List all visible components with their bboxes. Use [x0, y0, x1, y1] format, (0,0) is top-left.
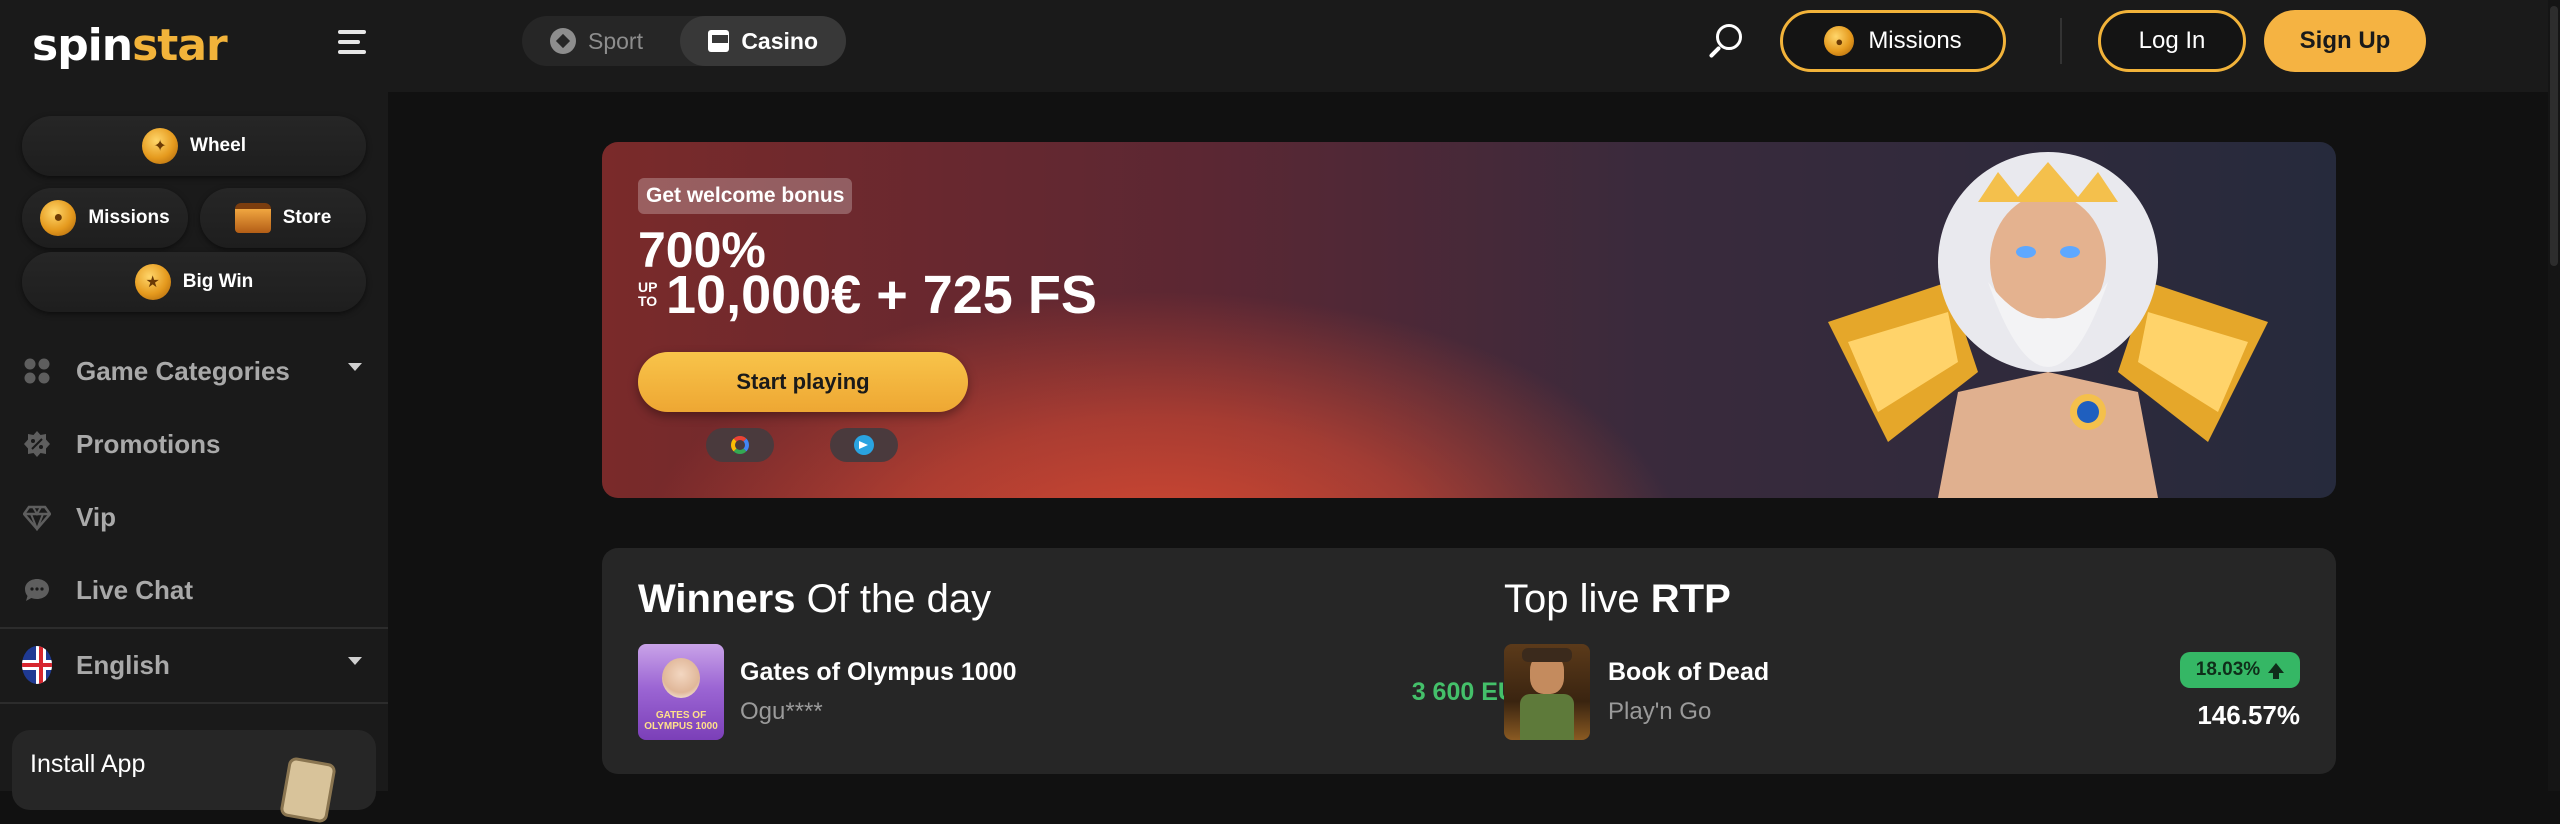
tab-sport[interactable]: Sport	[522, 16, 671, 66]
login-label: Log In	[2138, 27, 2206, 54]
thumbnail-text: GATES OF OLYMPUS 1000	[644, 710, 718, 732]
rtp-change-value: 18.03%	[2195, 659, 2261, 680]
telegram-login-button[interactable]	[830, 428, 898, 462]
game-thumbnail-book-of-dead[interactable]	[1504, 644, 1590, 740]
welcome-bonus-banner[interactable]: Get welcome bonus 700% UP TO 10,000€ + 7…	[602, 142, 2336, 498]
sidebar-item-vip[interactable]: Vip	[22, 492, 362, 542]
tab-sport-label: Sport	[588, 27, 643, 54]
language-label: English	[76, 649, 170, 680]
coin-icon: ●	[1824, 26, 1855, 56]
big-win-label: Big Win	[182, 271, 254, 292]
top-rtp-title-light: Top live	[1504, 577, 1640, 621]
sidebar-item-label: Promotions	[76, 428, 221, 459]
logo[interactable]: spinstar	[32, 20, 228, 71]
sidebar-item-label: Game Categories	[76, 355, 290, 386]
chest-icon	[234, 203, 271, 233]
sidebar-item-label: Live Chat	[76, 574, 194, 605]
signup-label: Sign Up	[2299, 27, 2391, 54]
store-label: Store	[282, 207, 332, 228]
missions-quick-label: Missions	[88, 207, 170, 228]
chat-icon	[22, 575, 52, 605]
rtp-game-name[interactable]: Book of Dead	[1608, 658, 1769, 687]
bonus-amount: 10,000€ + 725 FS	[666, 265, 1097, 325]
search-icon[interactable]	[1704, 22, 1744, 62]
game-thumbnail-gates-of-olympus[interactable]: GATES OF OLYMPUS 1000	[638, 644, 724, 740]
login-button[interactable]: Log In	[2098, 10, 2246, 72]
sidebar-item-live-chat[interactable]: Live Chat	[22, 565, 362, 615]
categories-icon	[22, 356, 52, 386]
missions-label: Missions	[1868, 27, 1962, 54]
big-win-icon: ★	[134, 264, 171, 300]
rtp-value: 146.57%	[2197, 700, 2300, 730]
sidebar-item-game-categories[interactable]: Game Categories	[22, 346, 362, 396]
winner-game-name[interactable]: Gates of Olympus 1000	[740, 658, 1017, 687]
language-selector[interactable]: English	[22, 640, 362, 690]
page-scrollbar[interactable]	[2548, 0, 2560, 791]
zeus-illustration	[1828, 152, 2268, 498]
winner-username: Ogu****	[740, 698, 823, 725]
logo-text-star: star	[132, 20, 228, 71]
missions-button[interactable]: ● Missions	[1780, 10, 2006, 72]
winners-title-rest: Of the day	[806, 577, 992, 621]
store-button[interactable]: Store	[200, 188, 366, 248]
coin-icon: ●	[40, 200, 77, 236]
missions-quick-button[interactable]: ● Missions	[22, 188, 188, 248]
winners-title-bold: Winners	[638, 577, 796, 621]
wheel-icon: ✦	[142, 128, 179, 164]
wheel-label: Wheel	[190, 135, 246, 156]
chevron-down-icon	[348, 657, 362, 665]
top-bar: Sport Casino ● Missions Log In Sign Up	[388, 0, 2560, 92]
install-app-label: Install App	[30, 750, 146, 778]
top-rtp-title-bold: RTP	[1650, 577, 1731, 621]
sidebar-item-label: Vip	[76, 501, 116, 532]
logo-text-spin: spin	[32, 20, 133, 71]
phone-icon	[279, 756, 337, 824]
winners-rtp-panel: Winners Of the day GATES OF OLYMPUS 1000…	[602, 548, 2336, 774]
winners-title: Winners Of the day	[638, 576, 991, 622]
telegram-icon	[854, 435, 874, 455]
tab-casino-label: Casino	[741, 27, 818, 54]
top-rtp-title: Top live RTP	[1504, 576, 1731, 622]
rtp-change-badge: 18.03%	[2180, 652, 2300, 688]
start-playing-button[interactable]: Start playing	[638, 352, 968, 412]
to-text: TO	[638, 293, 658, 309]
install-app-card[interactable]: Install App	[12, 730, 376, 824]
slot-machine-icon	[708, 30, 730, 52]
bonus-badge: Get welcome bonus	[638, 178, 853, 214]
wheel-button[interactable]: ✦ Wheel	[22, 116, 366, 176]
up-text: UP	[638, 279, 658, 295]
tab-casino[interactable]: Casino	[680, 16, 846, 66]
scrollbar-thumb[interactable]	[2550, 6, 2558, 266]
section-switcher: Sport Casino	[522, 16, 846, 66]
divider	[2060, 18, 2062, 64]
up-to-label: UP TO	[638, 280, 657, 308]
big-win-button[interactable]: ★ Big Win	[22, 252, 366, 312]
google-login-button[interactable]	[706, 428, 774, 462]
sidebar-item-promotions[interactable]: Promotions	[22, 419, 362, 469]
soccer-ball-icon	[550, 28, 576, 54]
signup-button[interactable]: Sign Up	[2264, 10, 2426, 72]
winner-amount: 3 600 EUR	[1411, 678, 1534, 706]
arrow-up-icon	[2268, 663, 2285, 679]
chevron-down-icon	[348, 363, 362, 371]
menu-toggle-icon[interactable]	[338, 30, 372, 56]
rtp-provider: Play'n Go	[1608, 698, 1712, 725]
uk-flag-icon	[22, 646, 52, 684]
divider	[0, 702, 388, 704]
sidebar: spinstar ✦ Wheel ● Missions Store ★ Big …	[0, 0, 388, 824]
divider	[0, 627, 388, 629]
promotions-icon	[22, 429, 52, 459]
diamond-icon	[22, 502, 52, 532]
google-icon	[731, 436, 749, 454]
